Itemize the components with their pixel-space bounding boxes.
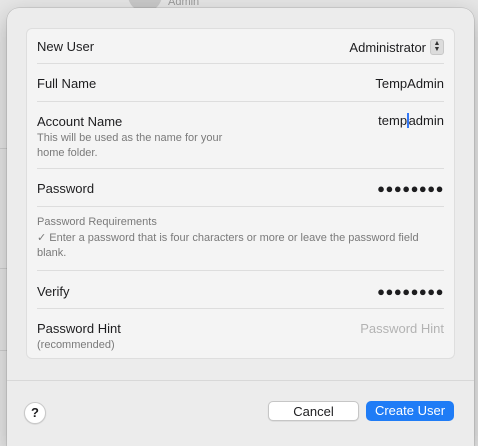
password-hint-sublabel: (recommended) [37,339,115,351]
full-name-label: Full Name [37,76,97,91]
password-requirements-rule: ✓ Enter a password that is four characte… [37,232,419,259]
up-down-chevron-icon: ▲ ▼ [430,39,444,55]
account-name-text-before: temp [378,113,408,128]
password-requirements-row: Password Requirements ✓ Enter a password… [37,208,444,271]
footer-divider [7,380,474,381]
new-user-form: New User Administrator ▲ ▼ Full Name Temp… [26,28,455,359]
account-name-row: Account Name This will be used as the na… [37,103,444,169]
new-user-label: New User [37,39,95,54]
account-type-popup[interactable]: Administrator ▲ ▼ [349,38,444,56]
verify-row: Verify ●●●●●●●● [37,272,444,309]
account-name-text-after: admin [408,113,444,128]
password-requirements-title: Password Requirements [37,216,157,228]
account-type-selected: Administrator [349,39,426,55]
create-user-button[interactable]: Create User [366,401,454,421]
verify-label: Verify [37,284,70,299]
cancel-button[interactable]: Cancel [268,401,359,421]
background-admin-label: Admin [168,0,200,8]
password-field[interactable]: ●●●●●●●● [377,181,444,196]
password-hint-label: Password Hint [37,321,121,336]
account-name-hint: This will be used as the name for your h… [37,132,223,159]
password-hint-field[interactable]: Password Hint [360,321,444,336]
account-name-label: Account Name [37,114,123,129]
new-user-row: New User Administrator ▲ ▼ [37,29,444,64]
password-row: Password ●●●●●●●● [37,170,444,207]
new-user-sheet: New User Administrator ▲ ▼ Full Name Temp… [7,8,474,446]
full-name-field[interactable]: TempAdmin [375,76,444,91]
account-name-field[interactable]: temp admin [378,113,444,128]
help-button[interactable]: ? [24,402,46,424]
full-name-row: Full Name TempAdmin [37,65,444,102]
password-label: Password [37,181,95,196]
password-hint-row: Password Hint (recommended) Password Hin… [37,310,444,360]
verify-field[interactable]: ●●●●●●●● [377,284,444,299]
